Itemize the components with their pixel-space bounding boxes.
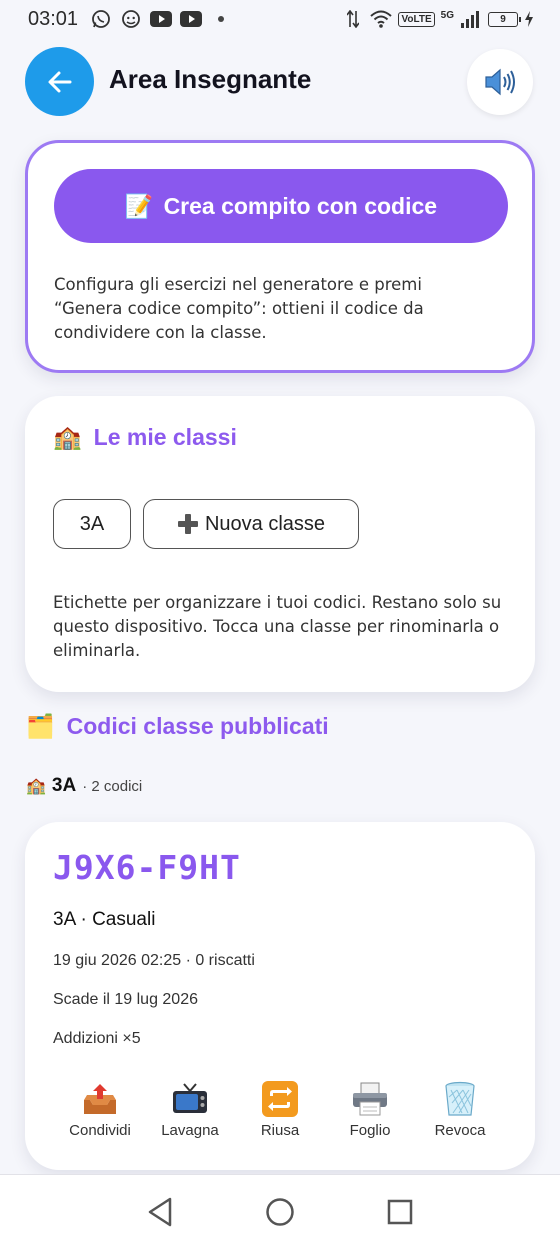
signal-icon	[460, 8, 482, 30]
revoke-button[interactable]: Revoca	[415, 1080, 505, 1139]
code-title: 3A · Casuali	[53, 909, 156, 930]
my-classes-heading: 🏫 Le mie classi	[53, 424, 237, 451]
class-chip-3a[interactable]: 3A	[53, 499, 131, 549]
class-group-count: · 2 codici	[82, 777, 143, 795]
class-code: J9X6-F9HT	[53, 848, 241, 887]
nav-recents-button[interactable]	[380, 1192, 420, 1232]
whatsapp-icon	[90, 8, 112, 30]
status-bar: 03:01 VoLTE 5G 9	[0, 0, 560, 38]
reuse-label: Riusa	[260, 1122, 300, 1139]
data-transfer-icon	[342, 8, 364, 30]
speaker-icon	[485, 68, 515, 96]
create-assignment-label: Crea compito con codice	[163, 192, 438, 219]
youtube-icon	[150, 8, 173, 30]
code-exercise: Addizioni ×5	[53, 1030, 141, 1047]
status-notification-icons	[90, 8, 225, 30]
status-time: 03:01	[28, 7, 79, 30]
whiteboard-button[interactable]: Lavagna	[145, 1080, 235, 1139]
volte-badge: VoLTE	[398, 11, 435, 27]
new-class-label: Nuova classe	[204, 512, 326, 535]
my-classes-description: Etichette per organizzare i tuoi codici.…	[53, 593, 502, 660]
wastebasket-icon	[441, 1080, 479, 1118]
memo-icon: 📝	[124, 192, 154, 219]
outbox-tray-icon	[81, 1080, 119, 1118]
create-assignment-description: Configura gli esercizi nel generatore e …	[54, 275, 424, 342]
more-notifications-icon	[218, 16, 225, 22]
battery-icon: 9	[488, 11, 521, 27]
page-title: Area Insegnante	[109, 64, 312, 94]
code-created-info: 19 giu 2026 02:25 · 0 riscatti	[53, 952, 255, 969]
card-index-dividers-icon: 🗂️	[26, 713, 55, 739]
reuse-button[interactable]: Riusa	[235, 1080, 325, 1139]
face-icon	[120, 8, 142, 30]
revoke-label: Revoca	[434, 1122, 486, 1139]
class-code-card: J9X6-F9HT 3A · Casuali 19 giu 2026 02:25…	[25, 822, 535, 1170]
published-codes-heading: 🗂️ Codici classe pubblicati	[26, 713, 329, 740]
square-recents-icon	[387, 1199, 413, 1225]
youtube-icon	[180, 8, 203, 30]
repeat-icon	[261, 1080, 299, 1118]
code-actions: Condividi Lavagna Riusa Foglio Revoca	[55, 1080, 505, 1139]
code-expiry: Scade il 19 lug 2026	[53, 991, 198, 1008]
my-classes-card: 🏫 Le mie classi 3A Nuova classe Etichett…	[25, 396, 535, 692]
create-assignment-card: 📝 Crea compito con codice Configura gli …	[25, 140, 535, 373]
whiteboard-label: Lavagna	[161, 1122, 219, 1139]
printer-icon	[351, 1080, 389, 1118]
app-header: Area Insegnante	[0, 42, 560, 122]
my-classes-title: Le mie classi	[93, 424, 237, 450]
audio-button[interactable]	[467, 49, 533, 115]
share-button[interactable]: Condividi	[55, 1080, 145, 1139]
plus-icon	[177, 514, 198, 534]
school-icon: 🏫	[26, 778, 46, 795]
television-icon	[171, 1080, 209, 1118]
network-generation: 5G	[440, 10, 454, 21]
back-button[interactable]	[25, 47, 94, 116]
system-navigation-bar	[0, 1174, 560, 1249]
wifi-icon	[370, 8, 393, 30]
class-group-label: 🏫 3A · 2 codici	[26, 775, 142, 797]
class-group-name: 3A	[51, 775, 77, 796]
worksheet-button[interactable]: Foglio	[325, 1080, 415, 1139]
circle-home-icon	[266, 1198, 294, 1226]
school-icon: 🏫	[53, 424, 82, 450]
create-assignment-button[interactable]: 📝 Crea compito con codice	[54, 169, 508, 243]
nav-home-button[interactable]	[260, 1192, 300, 1232]
battery-level: 9	[500, 13, 506, 25]
share-label: Condividi	[69, 1122, 131, 1139]
nav-back-button[interactable]	[140, 1192, 180, 1232]
arrow-left-icon	[48, 71, 71, 92]
status-system-icons: VoLTE 5G 9	[342, 8, 534, 30]
charging-icon	[524, 8, 534, 30]
triangle-back-icon	[148, 1197, 172, 1227]
new-class-button[interactable]: Nuova classe	[143, 499, 359, 549]
published-codes-title: Codici classe pubblicati	[66, 713, 329, 739]
worksheet-label: Foglio	[349, 1122, 391, 1139]
